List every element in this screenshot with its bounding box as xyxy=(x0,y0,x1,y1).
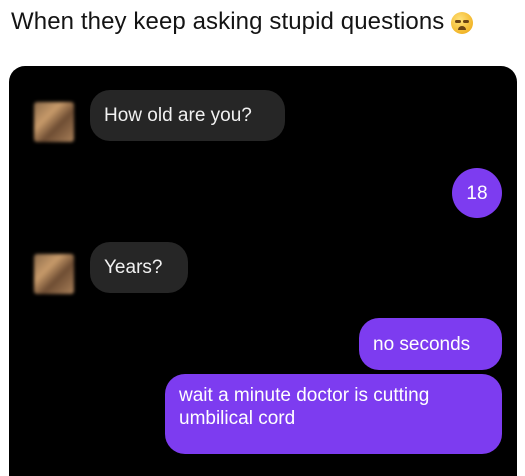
message-text: 18 xyxy=(466,182,488,204)
avatar xyxy=(34,254,74,294)
message-incoming: Years? xyxy=(90,242,188,293)
crying-laughing-emoji-icon xyxy=(451,12,474,34)
post-caption: When they keep asking stupid questions xyxy=(11,4,474,40)
avatar xyxy=(34,102,74,142)
caption-text: When they keep asking stupid questions xyxy=(11,8,445,35)
message-text: Years? xyxy=(104,257,163,278)
message-outgoing: 18 xyxy=(452,168,502,218)
message-outgoing: no seconds xyxy=(359,318,502,370)
message-outgoing: wait a minute doctor is cutting umbilica… xyxy=(165,374,502,454)
message-text: How old are you? xyxy=(104,105,252,126)
message-incoming: How old are you? xyxy=(90,90,285,141)
message-text: wait a minute doctor is cutting umbilica… xyxy=(179,385,430,429)
message-text: no seconds xyxy=(373,333,471,355)
chat-screenshot: How old are you? 18 Years? no seconds wa… xyxy=(9,66,517,476)
